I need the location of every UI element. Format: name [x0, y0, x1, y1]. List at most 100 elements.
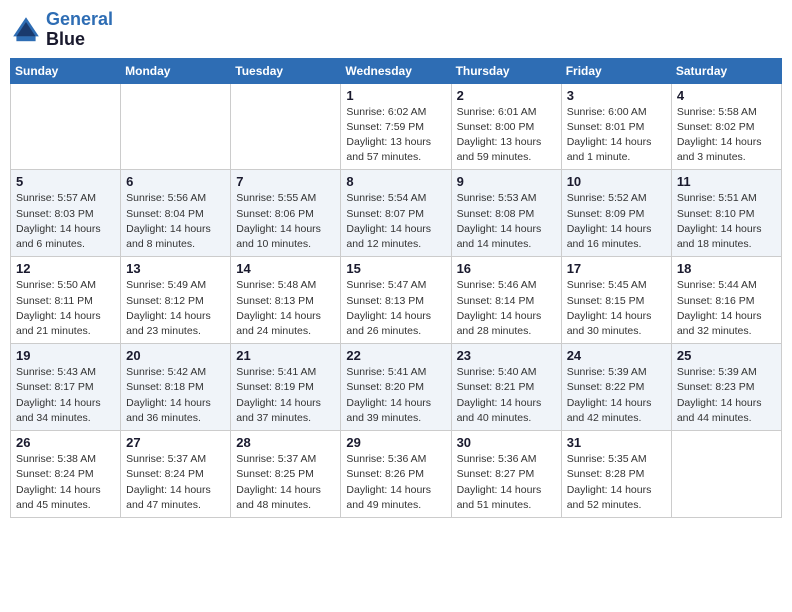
day-info: Sunrise: 5:39 AMSunset: 8:23 PMDaylight:…: [677, 365, 776, 426]
calendar-day-cell: 1 Sunrise: 6:02 AMSunset: 7:59 PMDaylight…: [341, 83, 451, 170]
calendar-day-cell: 4 Sunrise: 5:58 AMSunset: 8:02 PMDaylight…: [671, 83, 781, 170]
day-info: Sunrise: 6:01 AMSunset: 8:00 PMDaylight:…: [457, 105, 556, 166]
calendar-day-cell: 17 Sunrise: 5:45 AMSunset: 8:15 PMDayligh…: [561, 257, 671, 344]
day-number: 30: [457, 435, 556, 450]
day-number: 31: [567, 435, 666, 450]
day-number: 22: [346, 348, 445, 363]
day-info: Sunrise: 5:36 AMSunset: 8:27 PMDaylight:…: [457, 452, 556, 513]
day-number: 17: [567, 261, 666, 276]
day-number: 14: [236, 261, 335, 276]
calendar-table: SundayMondayTuesdayWednesdayThursdayFrid…: [10, 58, 782, 518]
day-info: Sunrise: 5:53 AMSunset: 8:08 PMDaylight:…: [457, 191, 556, 252]
day-number: 28: [236, 435, 335, 450]
calendar-day-cell: 28 Sunrise: 5:37 AMSunset: 8:25 PMDayligh…: [231, 431, 341, 518]
calendar-week-row: 26Sunrise: 5:38 AMSunset: 8:24 PMDayligh…: [11, 431, 782, 518]
day-number: 8: [346, 174, 445, 189]
calendar-day-cell: 5 Sunrise: 5:57 AMSunset: 8:03 PMDaylight…: [11, 170, 121, 257]
calendar-day-cell: 21Sunrise: 5:41 AMSunset: 8:19 PMDayligh…: [231, 344, 341, 431]
weekday-header: Saturday: [671, 58, 781, 83]
weekday-header: Thursday: [451, 58, 561, 83]
day-info: Sunrise: 5:44 AMSunset: 8:16 PMDaylight:…: [677, 278, 776, 339]
calendar-day-cell: 14 Sunrise: 5:48 AMSunset: 8:13 PMDayligh…: [231, 257, 341, 344]
day-info: Sunrise: 5:48 AMSunset: 8:13 PMDaylight:…: [236, 278, 335, 339]
day-info: Sunrise: 6:00 AMSunset: 8:01 PMDaylight:…: [567, 105, 666, 166]
calendar-day-cell: 27 Sunrise: 5:37 AMSunset: 8:24 PMDayligh…: [121, 431, 231, 518]
calendar-day-cell: 2 Sunrise: 6:01 AMSunset: 8:00 PMDaylight…: [451, 83, 561, 170]
logo-text: General Blue: [46, 10, 113, 50]
day-info: Sunrise: 5:46 AMSunset: 8:14 PMDaylight:…: [457, 278, 556, 339]
weekday-header: Wednesday: [341, 58, 451, 83]
calendar-week-row: 5 Sunrise: 5:57 AMSunset: 8:03 PMDaylight…: [11, 170, 782, 257]
calendar-day-cell: 31 Sunrise: 5:35 AMSunset: 8:28 PMDayligh…: [561, 431, 671, 518]
day-info: Sunrise: 5:50 AMSunset: 8:11 PMDaylight:…: [16, 278, 115, 339]
day-info: Sunrise: 5:39 AMSunset: 8:22 PMDaylight:…: [567, 365, 666, 426]
day-number: 9: [457, 174, 556, 189]
day-info: Sunrise: 5:36 AMSunset: 8:26 PMDaylight:…: [346, 452, 445, 513]
calendar-day-cell: 19 Sunrise: 5:43 AMSunset: 8:17 PMDayligh…: [11, 344, 121, 431]
day-info: Sunrise: 5:37 AMSunset: 8:24 PMDaylight:…: [126, 452, 225, 513]
empty-cell: [121, 83, 231, 170]
day-number: 3: [567, 88, 666, 103]
calendar-day-cell: 10 Sunrise: 5:52 AMSunset: 8:09 PMDayligh…: [561, 170, 671, 257]
day-info: Sunrise: 5:47 AMSunset: 8:13 PMDaylight:…: [346, 278, 445, 339]
day-info: Sunrise: 5:45 AMSunset: 8:15 PMDaylight:…: [567, 278, 666, 339]
calendar-day-cell: 13 Sunrise: 5:49 AMSunset: 8:12 PMDayligh…: [121, 257, 231, 344]
calendar-week-row: 1 Sunrise: 6:02 AMSunset: 7:59 PMDaylight…: [11, 83, 782, 170]
day-info: Sunrise: 5:49 AMSunset: 8:12 PMDaylight:…: [126, 278, 225, 339]
day-number: 1: [346, 88, 445, 103]
day-number: 5: [16, 174, 115, 189]
day-number: 19: [16, 348, 115, 363]
calendar-day-cell: 16 Sunrise: 5:46 AMSunset: 8:14 PMDayligh…: [451, 257, 561, 344]
calendar-header-row: SundayMondayTuesdayWednesdayThursdayFrid…: [11, 58, 782, 83]
calendar-day-cell: 29 Sunrise: 5:36 AMSunset: 8:26 PMDayligh…: [341, 431, 451, 518]
day-number: 11: [677, 174, 776, 189]
weekday-header: Friday: [561, 58, 671, 83]
empty-cell: [231, 83, 341, 170]
calendar-week-row: 19 Sunrise: 5:43 AMSunset: 8:17 PMDayligh…: [11, 344, 782, 431]
day-number: 26: [16, 435, 115, 450]
day-info: Sunrise: 5:52 AMSunset: 8:09 PMDaylight:…: [567, 191, 666, 252]
day-number: 29: [346, 435, 445, 450]
day-info: Sunrise: 5:41 AMSunset: 8:20 PMDaylight:…: [346, 365, 445, 426]
calendar-day-cell: 8Sunrise: 5:54 AMSunset: 8:07 PMDaylight…: [341, 170, 451, 257]
day-number: 15: [346, 261, 445, 276]
calendar-week-row: 12Sunrise: 5:50 AMSunset: 8:11 PMDayligh…: [11, 257, 782, 344]
calendar-day-cell: 7Sunrise: 5:55 AMSunset: 8:06 PMDaylight…: [231, 170, 341, 257]
calendar-day-cell: 26Sunrise: 5:38 AMSunset: 8:24 PMDayligh…: [11, 431, 121, 518]
calendar-day-cell: 24 Sunrise: 5:39 AMSunset: 8:22 PMDayligh…: [561, 344, 671, 431]
day-info: Sunrise: 5:35 AMSunset: 8:28 PMDaylight:…: [567, 452, 666, 513]
day-info: Sunrise: 6:02 AMSunset: 7:59 PMDaylight:…: [346, 105, 445, 166]
empty-cell: [671, 431, 781, 518]
day-info: Sunrise: 5:42 AMSunset: 8:18 PMDaylight:…: [126, 365, 225, 426]
day-info: Sunrise: 5:58 AMSunset: 8:02 PMDaylight:…: [677, 105, 776, 166]
calendar-day-cell: 12Sunrise: 5:50 AMSunset: 8:11 PMDayligh…: [11, 257, 121, 344]
day-number: 6: [126, 174, 225, 189]
calendar-day-cell: 15 Sunrise: 5:47 AMSunset: 8:13 PMDayligh…: [341, 257, 451, 344]
day-number: 10: [567, 174, 666, 189]
calendar-day-cell: 22 Sunrise: 5:41 AMSunset: 8:20 PMDayligh…: [341, 344, 451, 431]
day-info: Sunrise: 5:43 AMSunset: 8:17 PMDaylight:…: [16, 365, 115, 426]
day-number: 27: [126, 435, 225, 450]
day-info: Sunrise: 5:56 AMSunset: 8:04 PMDaylight:…: [126, 191, 225, 252]
day-number: 13: [126, 261, 225, 276]
calendar-day-cell: 11Sunrise: 5:51 AMSunset: 8:10 PMDayligh…: [671, 170, 781, 257]
weekday-header: Sunday: [11, 58, 121, 83]
page-header: General Blue: [10, 10, 782, 50]
day-number: 16: [457, 261, 556, 276]
calendar-day-cell: 18 Sunrise: 5:44 AMSunset: 8:16 PMDayligh…: [671, 257, 781, 344]
day-info: Sunrise: 5:40 AMSunset: 8:21 PMDaylight:…: [457, 365, 556, 426]
day-number: 4: [677, 88, 776, 103]
day-number: 20: [126, 348, 225, 363]
day-number: 2: [457, 88, 556, 103]
calendar-day-cell: 20 Sunrise: 5:42 AMSunset: 8:18 PMDayligh…: [121, 344, 231, 431]
logo-icon: [10, 14, 42, 46]
calendar-day-cell: 30 Sunrise: 5:36 AMSunset: 8:27 PMDayligh…: [451, 431, 561, 518]
empty-cell: [11, 83, 121, 170]
calendar-day-cell: 6 Sunrise: 5:56 AMSunset: 8:04 PMDaylight…: [121, 170, 231, 257]
day-number: 18: [677, 261, 776, 276]
day-info: Sunrise: 5:57 AMSunset: 8:03 PMDaylight:…: [16, 191, 115, 252]
day-info: Sunrise: 5:37 AMSunset: 8:25 PMDaylight:…: [236, 452, 335, 513]
calendar-day-cell: 9 Sunrise: 5:53 AMSunset: 8:08 PMDaylight…: [451, 170, 561, 257]
day-number: 24: [567, 348, 666, 363]
weekday-header: Tuesday: [231, 58, 341, 83]
